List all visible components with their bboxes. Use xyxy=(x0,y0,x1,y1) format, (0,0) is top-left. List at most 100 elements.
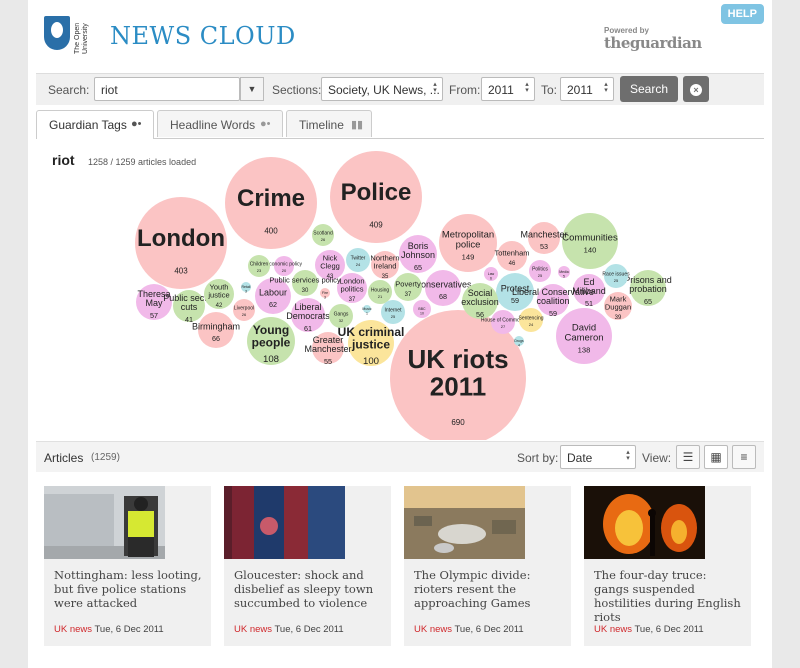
tag-bubble[interactable]: London 403 xyxy=(135,197,227,289)
tag-bubble-label: Poverty xyxy=(395,280,421,289)
tag-bubble[interactable]: Sentencing24 xyxy=(518,308,544,332)
tag-bubble-count: 35 xyxy=(382,274,389,280)
tag-bubble[interactable]: Scotland26 xyxy=(312,224,334,246)
tag-bubble[interactable]: Retail3 xyxy=(241,282,251,294)
article-headline[interactable]: The four-day truce: gangs suspended host… xyxy=(594,568,744,624)
view-label: View: xyxy=(642,451,672,465)
help-button[interactable]: HELP xyxy=(720,4,764,24)
article-meta: UK news Tue, 6 Dec 2011 xyxy=(234,624,344,635)
tag-bubble[interactable]: BBC10 xyxy=(413,300,431,318)
tab-headline-words[interactable]: Headline Words ●• xyxy=(157,110,283,137)
article-headline[interactable]: Nottingham: less looting, but five polic… xyxy=(54,568,204,610)
article-date: Tue, 6 Dec 2011 xyxy=(634,624,704,635)
article-thumbnail[interactable] xyxy=(584,486,705,559)
compact-view-button[interactable]: ≡ xyxy=(732,445,756,469)
tag-bubble[interactable]: Law6 xyxy=(484,267,498,281)
university-logo[interactable]: The Open University xyxy=(44,14,96,56)
to-year-select[interactable]: 2011 xyxy=(560,77,614,101)
tag-bubble[interactable]: Music1 xyxy=(362,305,372,316)
article-thumbnail[interactable] xyxy=(44,486,165,559)
article-date: Tue, 6 Dec 2011 xyxy=(454,624,524,635)
tag-bubble-count: 39 xyxy=(615,315,622,321)
search-button[interactable]: Search xyxy=(620,76,678,102)
tag-bubble[interactable]: NorthernIreland35 xyxy=(370,251,400,280)
tag-bubble[interactable]: Youthjustice42 xyxy=(204,279,234,309)
tag-bubble-label: Media xyxy=(559,270,569,274)
tag-bubble[interactable]: BorisJohnson65 xyxy=(399,235,437,273)
tag-bubble[interactable]: Fire3 xyxy=(320,288,330,300)
tag-bubble-label: Race issues xyxy=(602,272,630,278)
tag-bubble-count: 57 xyxy=(150,311,158,320)
sort-select[interactable]: Date xyxy=(560,445,636,469)
tag-bubble[interactable]: Twitter24 xyxy=(346,248,370,272)
tag-bubble[interactable]: Tottenham 46 xyxy=(494,241,530,271)
tag-bubble[interactable]: Londonpolitics37 xyxy=(337,273,367,303)
clear-search-button[interactable]: × xyxy=(683,76,709,102)
tag-bubble-label: exclusion xyxy=(461,297,499,307)
tag-bubble[interactable]: Youngpeople108 xyxy=(247,317,295,365)
tag-bubble-count: 25 xyxy=(391,314,396,319)
article-section-link[interactable]: UK news xyxy=(594,624,632,635)
tag-bubble-count: 138 xyxy=(578,346,591,355)
tag-bubble[interactable]: Children23 xyxy=(248,255,270,277)
tag-bubble[interactable]: Prisons andprobation65 xyxy=(624,270,672,306)
from-year-select[interactable]: 2011 xyxy=(481,77,535,101)
article-section-link[interactable]: UK news xyxy=(54,624,92,635)
article-headline[interactable]: Gloucester: shock and disbelief as sleep… xyxy=(234,568,384,610)
tag-bubble[interactable]: LiberalDemocrats61 xyxy=(286,298,330,333)
tag-bubble-count: 1 xyxy=(366,312,368,316)
tag-bubble-label: justice xyxy=(351,338,390,352)
tag-bubble[interactable]: Liverpool26 xyxy=(233,299,255,321)
search-input[interactable]: riot xyxy=(94,77,240,101)
tag-bubble[interactable]: Metropolitanpolice149 xyxy=(439,214,497,272)
guardian-logo[interactable]: theguardian xyxy=(604,34,702,52)
grid-view-icon: ▦ xyxy=(710,450,722,464)
tag-bubble-count: 25 xyxy=(614,278,619,283)
tag-bubble[interactable]: Gangs32 xyxy=(329,304,353,328)
tag-bubble-count: 37 xyxy=(405,292,412,298)
tag-bubble[interactable]: DavidCameron138 xyxy=(556,308,612,364)
tab-label: Timeline xyxy=(299,118,344,132)
tag-bubble[interactable]: Police 409 xyxy=(330,151,422,243)
tag-cloud: London 403 Crime 400 Police 409 UK riots2011 69… xyxy=(135,151,672,440)
article-section-link[interactable]: UK news xyxy=(414,624,452,635)
article-section-link[interactable]: UK news xyxy=(234,624,272,635)
bubbles-icon: ●• xyxy=(131,118,142,130)
tag-bubble-count: 24 xyxy=(529,322,534,327)
tag-bubble-label: Police xyxy=(341,179,412,206)
tag-bubble-label: Manchester xyxy=(520,229,567,239)
tag-bubble-label: Fire xyxy=(322,291,328,295)
tag-bubble[interactable]: Internet25 xyxy=(381,300,405,324)
shield-icon xyxy=(44,16,70,50)
tag-bubble-label: police xyxy=(456,239,481,250)
tab-timeline[interactable]: Timeline ▮▮ xyxy=(286,110,372,137)
article-card[interactable]: Gloucester: shock and disbelief as sleep… xyxy=(224,486,391,646)
article-headline[interactable]: The Olympic divide: rioters resent the a… xyxy=(414,568,564,610)
tag-bubble-count: 25 xyxy=(538,273,543,278)
tab-guardian-tags[interactable]: Guardian Tags ●• xyxy=(36,110,154,139)
search-history-dropdown[interactable]: ▼ xyxy=(240,77,264,101)
sections-select[interactable]: Society, UK News, ... xyxy=(321,77,443,101)
tag-bubble-label: Birmingham xyxy=(192,321,240,331)
tag-bubble[interactable]: Communities 140 xyxy=(562,213,618,269)
article-thumbnail[interactable] xyxy=(224,486,345,559)
tag-bubble-label: Children xyxy=(250,262,269,268)
tag-bubble-label: people xyxy=(252,336,291,350)
tag-bubble[interactable]: Media5 xyxy=(558,266,570,279)
tag-bubble[interactable]: Politics25 xyxy=(529,260,551,282)
tag-bubble[interactable]: MarkDuggan39 xyxy=(604,292,632,321)
article-card[interactable]: The Olympic divide: rioters resent the a… xyxy=(404,486,571,646)
grid-view-button[interactable]: ▦ xyxy=(704,445,728,469)
tag-bubble[interactable]: Housing21 xyxy=(368,280,392,304)
article-card[interactable]: Nottingham: less looting, but five polic… xyxy=(44,486,211,646)
tag-bubble-label: cuts xyxy=(181,302,198,312)
article-date: Tue, 6 Dec 2011 xyxy=(94,624,164,635)
tag-bubble-label: Politics xyxy=(532,267,548,273)
article-card[interactable]: The four-day truce: gangs suspended host… xyxy=(584,486,751,646)
list-view-button[interactable]: ☰ xyxy=(676,445,700,469)
tag-bubble[interactable]: Crime 400 xyxy=(225,157,317,249)
tag-bubble[interactable]: Poverty 37 xyxy=(394,273,422,301)
article-thumbnail[interactable] xyxy=(404,486,525,559)
tag-bubble-label: 2011 xyxy=(430,371,486,401)
tag-bubble-count: 26 xyxy=(242,312,247,317)
